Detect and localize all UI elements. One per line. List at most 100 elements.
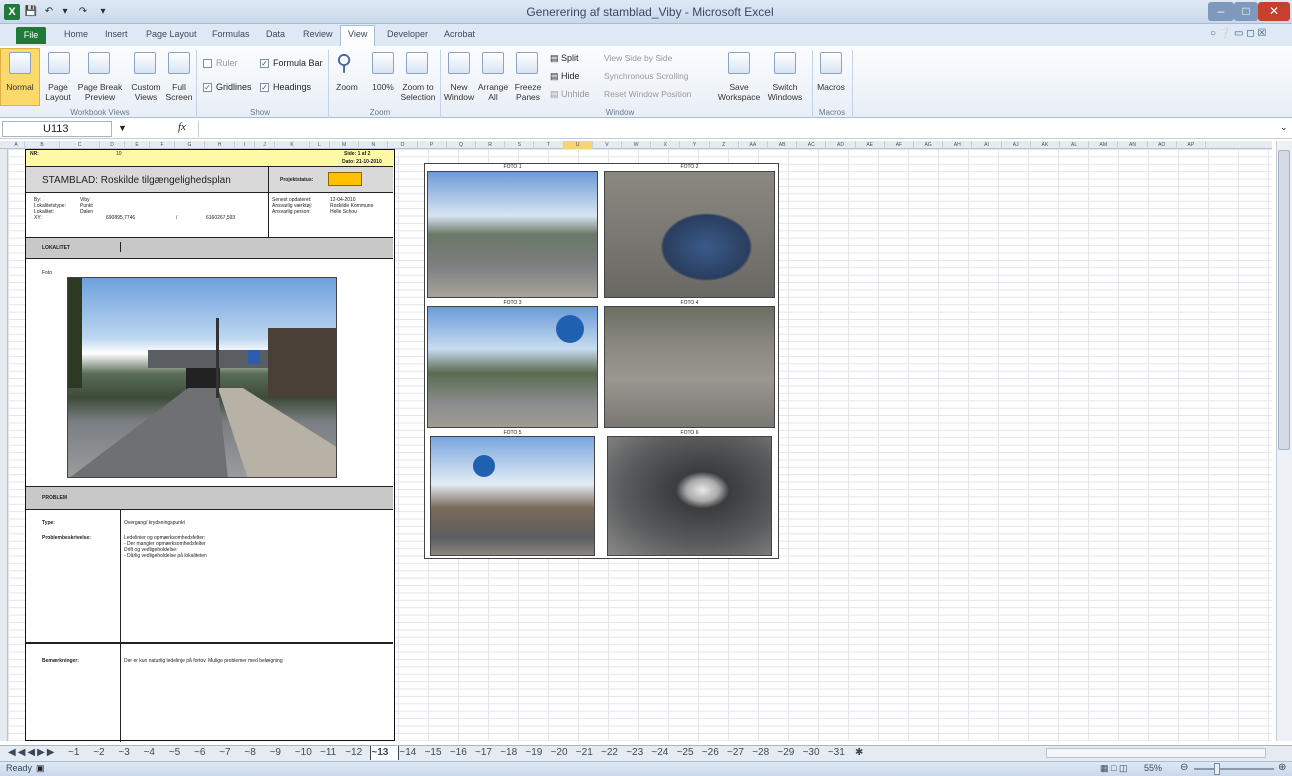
save-icon[interactable]: 💾 [24,5,38,19]
sheet-tab[interactable]: ~8 [244,746,269,760]
zoom-slider[interactable] [1194,768,1274,770]
excel-icon[interactable]: X [4,4,20,20]
column-header-c[interactable]: C [60,141,100,149]
column-header-a[interactable]: A [8,141,25,149]
sheet-tab[interactable]: ~1 [68,746,93,760]
column-header-o[interactable]: O [388,141,418,149]
column-header-an[interactable]: AN [1118,141,1148,149]
horizontal-scrollbar[interactable] [1046,748,1266,758]
column-header-af[interactable]: AF [885,141,914,149]
insert-function-icon[interactable]: fx [178,121,186,133]
sheet-tab[interactable]: ~5 [169,746,194,760]
headings-checkbox[interactable]: ✓ [260,83,269,92]
column-header-ab[interactable]: AB [768,141,798,149]
sheet-tab[interactable]: ~16 [450,746,475,760]
freeze-panes-button[interactable]: Freeze Panes [510,82,546,102]
sheet-tab[interactable]: ~14 [399,746,424,760]
column-header-q[interactable]: Q [447,141,476,149]
column-header-e[interactable]: E [125,141,150,149]
zoom-in-icon[interactable]: ⊕ [1278,762,1286,773]
sheet-tab[interactable]: ~26 [702,746,727,760]
tab-page-layout[interactable]: Page Layout [146,29,197,39]
sheet-tab[interactable]: ~21 [576,746,601,760]
sheet-tab[interactable]: ~31 [828,746,853,760]
zoom-100-button[interactable]: 100% [366,82,400,92]
column-header-k[interactable]: K [275,141,310,149]
sheet-tab[interactable]: ~6 [194,746,219,760]
zoom-level[interactable]: 55% [1144,763,1162,773]
tab-data[interactable]: Data [266,29,285,39]
sheet-tab[interactable]: ~2 [93,746,118,760]
column-header-n[interactable]: N [359,141,389,149]
page-break-preview-button[interactable]: Page Break Preview [76,82,124,102]
reset-window-position-button[interactable]: Reset Window Position [604,89,691,99]
column-header-p[interactable]: P [418,141,447,149]
sheet-nav-arrows[interactable]: ◀◀◀▶▶ [8,746,60,760]
ruler-checkbox[interactable] [203,59,212,68]
column-header-z[interactable]: Z [710,141,739,149]
sheet-tab[interactable]: ~23 [626,746,651,760]
normal-view-button[interactable]: Normal [2,82,38,92]
sync-scrolling-button[interactable]: Synchronous Scrolling [604,71,689,81]
tab-acrobat[interactable]: Acrobat [444,29,475,39]
column-header-ak[interactable]: AK [1031,141,1060,149]
minimize-button[interactable]: – [1208,2,1234,21]
column-header-am[interactable]: AM [1089,141,1119,149]
tab-review[interactable]: Review [303,29,333,39]
sheet-tab[interactable]: ~30 [803,746,828,760]
vertical-scroll-thumb[interactable] [1278,150,1290,450]
sheet-tab[interactable]: ~9 [270,746,295,760]
help-icons[interactable]: ○ ❔ ▭ ◻ ☒ [1210,28,1266,39]
macro-record-icon[interactable]: ▣ [36,763,45,774]
column-header-h[interactable]: H [205,141,235,149]
zoom-to-selection-button[interactable]: Zoom to Selection [398,82,438,102]
sheet-tab[interactable]: ~29 [777,746,802,760]
column-header-j[interactable]: J [255,141,275,149]
column-header-m[interactable]: M [330,141,360,149]
name-box[interactable]: U113 [2,121,112,137]
sheet-tab[interactable]: ~10 [295,746,320,760]
zoom-slider-thumb[interactable] [1214,763,1220,775]
undo-icon[interactable]: ↶ [42,5,56,19]
column-header-ad[interactable]: AD [826,141,856,149]
tab-insert[interactable]: Insert [105,29,128,39]
sheet-tab[interactable]: ~4 [144,746,169,760]
full-screen-button[interactable]: Full Screen [164,82,194,102]
sheet-tab[interactable]: ~18 [500,746,525,760]
column-header-y[interactable]: Y [680,141,710,149]
sheet-tab[interactable]: ~15 [425,746,450,760]
tab-developer[interactable]: Developer [387,29,428,39]
column-header-t[interactable]: T [534,141,564,149]
formula-input[interactable] [198,121,1278,137]
sheet-tab[interactable]: ~7 [219,746,244,760]
new-window-button[interactable]: New Window [442,82,476,102]
column-header-d[interactable]: D [100,141,125,149]
switch-windows-button[interactable]: Switch Windows [760,82,810,102]
sheet-tab[interactable]: ~17 [475,746,500,760]
zoom-button[interactable]: Zoom [332,82,362,92]
column-header-ag[interactable]: AG [914,141,944,149]
sheet-tab[interactable]: ~25 [677,746,702,760]
column-header-r[interactable]: R [476,141,506,149]
column-header-al[interactable]: AL [1060,141,1090,149]
formula-bar-checkbox[interactable]: ✓ [260,59,269,68]
maximize-button[interactable]: □ [1234,2,1258,21]
column-header-ap[interactable]: AP [1177,141,1206,149]
column-header-l[interactable]: L [310,141,330,149]
column-header-s[interactable]: S [505,141,535,149]
unhide-button[interactable]: ▤ Unhide [550,89,590,100]
column-header-u[interactable]: U [563,141,593,149]
sheet-tab-active[interactable]: ~13 [370,746,400,760]
hide-button[interactable]: ▤ Hide [550,71,580,82]
arrange-all-button[interactable]: Arrange All [476,82,510,102]
column-header-ac[interactable]: AC [797,141,827,149]
insert-sheet-icon[interactable]: ✱ [855,746,863,760]
undo-dropdown-icon[interactable]: ▾ [58,5,72,19]
column-header-ah[interactable]: AH [943,141,973,149]
sheet-tab[interactable]: ~3 [118,746,143,760]
sheet-tab[interactable]: ~22 [601,746,626,760]
column-header-w[interactable]: W [622,141,652,149]
expand-formula-bar-icon[interactable]: ⌄ [1280,122,1288,133]
column-header-ao[interactable]: AO [1148,141,1177,149]
column-header-v[interactable]: V [593,141,622,149]
